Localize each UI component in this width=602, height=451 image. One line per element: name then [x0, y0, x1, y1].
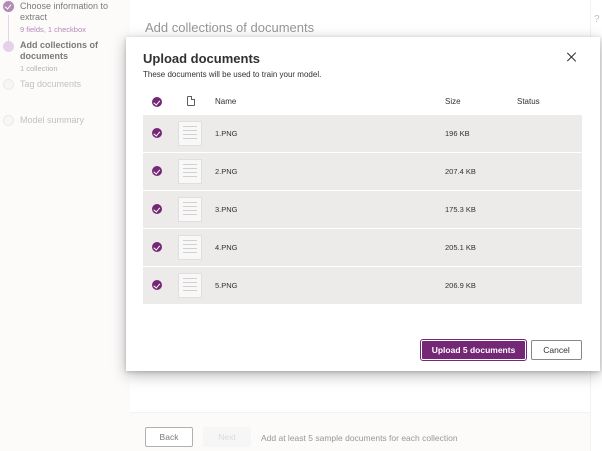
- upload-documents-button[interactable]: Upload 5 documents: [420, 339, 527, 361]
- document-thumbnail: [178, 121, 202, 146]
- table-row[interactable]: 5.PNG 206.9 KB: [143, 267, 582, 304]
- file-size: 175.3 KB: [445, 205, 476, 214]
- table-row[interactable]: 4.PNG 205.1 KB: [143, 229, 582, 266]
- row-checkbox[interactable]: [152, 128, 162, 138]
- row-checkbox[interactable]: [152, 242, 162, 252]
- dialog-subtitle: These documents will be used to train yo…: [143, 70, 322, 79]
- column-header-status[interactable]: Status: [517, 97, 540, 106]
- file-icon: [187, 96, 195, 106]
- document-thumbnail: [178, 159, 202, 184]
- file-name: 5.PNG: [215, 281, 238, 290]
- row-checkbox[interactable]: [152, 280, 162, 290]
- file-name: 3.PNG: [215, 205, 238, 214]
- column-header-name[interactable]: Name: [215, 97, 236, 106]
- file-name: 2.PNG: [215, 167, 238, 176]
- table-header: Name Size Status: [143, 93, 582, 113]
- dialog-title: Upload documents: [143, 51, 261, 66]
- file-name: 1.PNG: [215, 129, 238, 138]
- file-name: 4.PNG: [215, 243, 238, 252]
- row-checkbox[interactable]: [152, 204, 162, 214]
- table-row[interactable]: 3.PNG 175.3 KB: [143, 191, 582, 228]
- close-icon[interactable]: [565, 51, 579, 65]
- select-all-checkbox[interactable]: [152, 97, 162, 107]
- row-checkbox[interactable]: [152, 166, 162, 176]
- column-header-size[interactable]: Size: [445, 97, 461, 106]
- document-thumbnail: [178, 235, 202, 260]
- file-size: 206.9 KB: [445, 281, 476, 290]
- document-thumbnail: [178, 273, 202, 298]
- table-row[interactable]: 2.PNG 207.4 KB: [143, 153, 582, 190]
- table-row[interactable]: 1.PNG 196 KB: [143, 115, 582, 152]
- file-size: 196 KB: [445, 129, 470, 138]
- document-thumbnail: [178, 197, 202, 222]
- cancel-button[interactable]: Cancel: [531, 340, 582, 360]
- file-size: 207.4 KB: [445, 167, 476, 176]
- upload-documents-dialog: Upload documents These documents will be…: [126, 37, 600, 371]
- file-size: 205.1 KB: [445, 243, 476, 252]
